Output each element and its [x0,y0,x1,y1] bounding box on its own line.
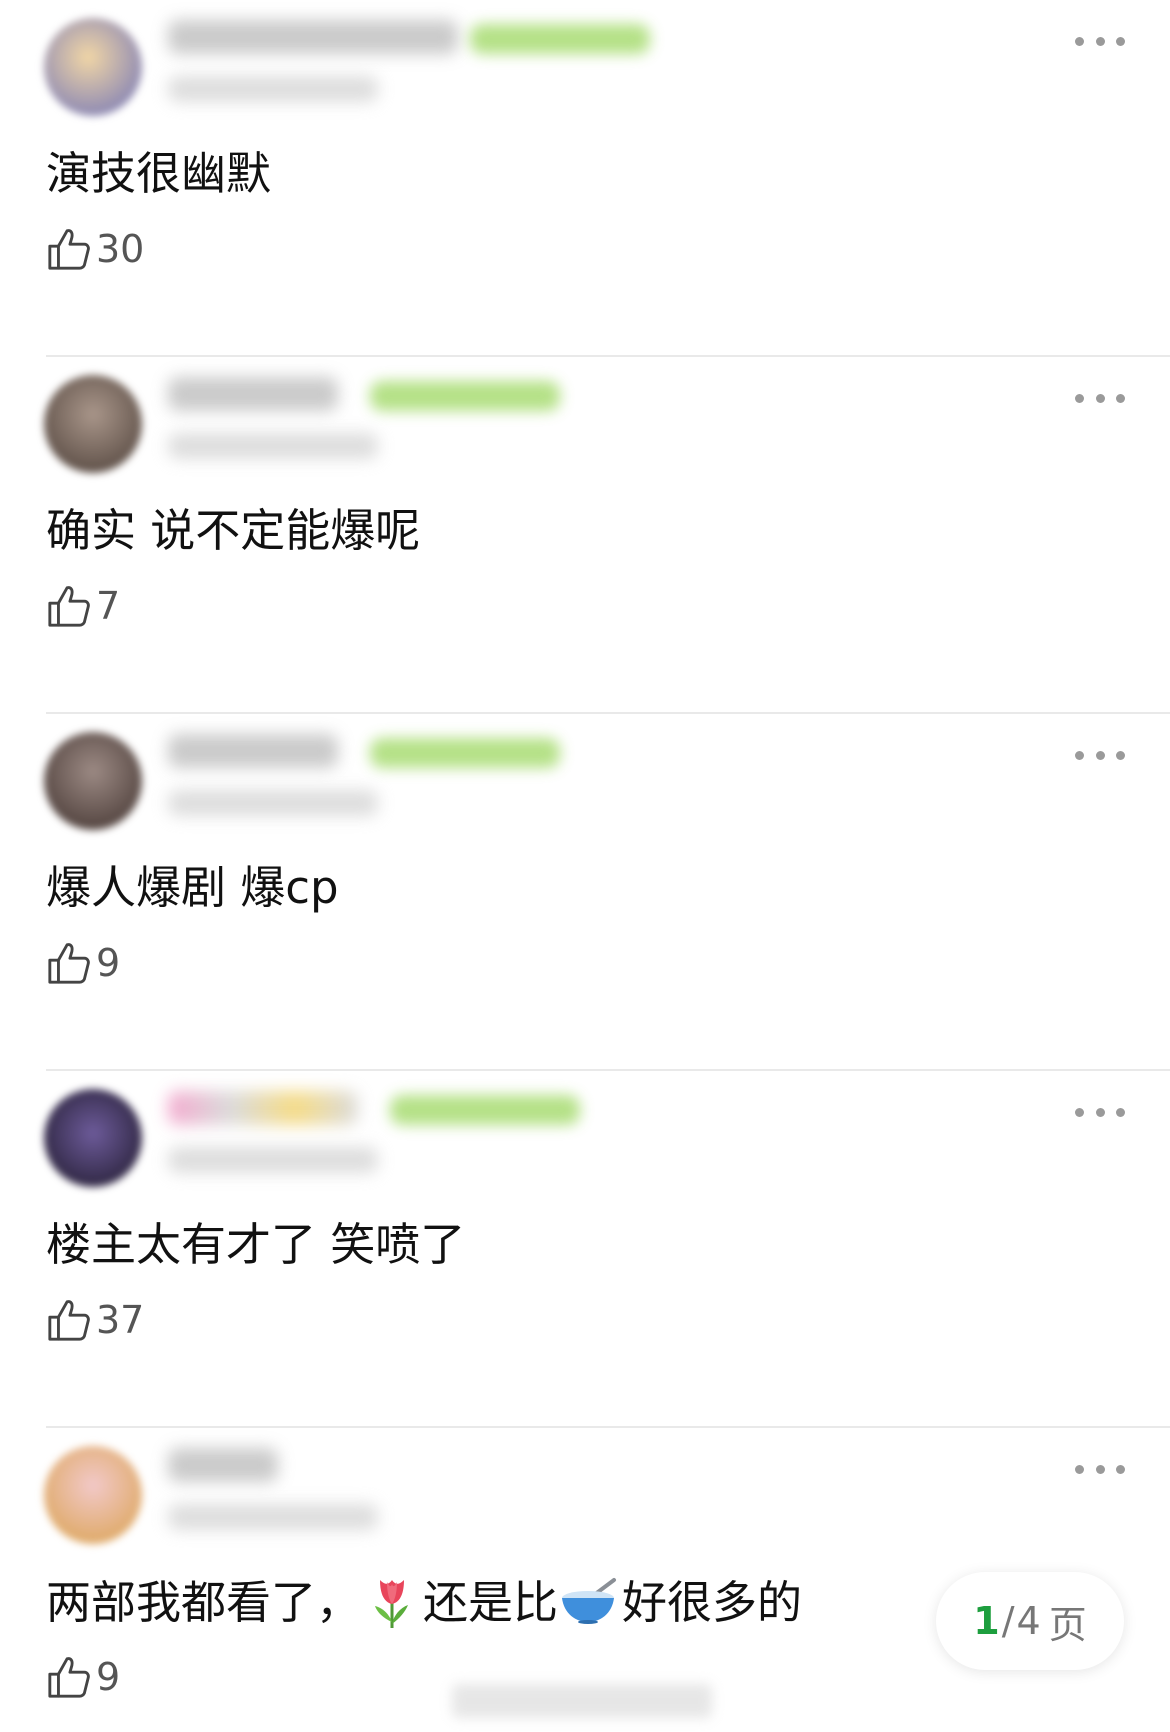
like-button[interactable]: 9 [46,1654,120,1700]
user-badge-blurred [370,381,560,411]
timestamp-blurred [168,1504,378,1530]
comment-item: 确实 说不定能爆呢 7 [0,357,1170,714]
more-options-icon[interactable] [1075,740,1125,770]
comment-text: 两部我都看了， 还是比 好很多的 [46,1572,802,1633]
like-count: 30 [96,227,145,271]
like-button[interactable]: 7 [46,583,120,629]
comment-text: 楼主太有才了 笑喷了 [46,1218,466,1271]
username-blurred[interactable] [168,1448,278,1482]
thumbs-up-icon [48,229,90,270]
more-options-icon[interactable] [1075,26,1125,56]
thumbs-up-icon [48,586,90,627]
page-indicator[interactable]: 1/4 页 [936,1572,1124,1670]
comment-text-part: 两部我都看了， [46,1576,362,1629]
like-count: 9 [96,941,121,985]
like-count: 7 [96,584,121,628]
avatar[interactable] [44,732,142,830]
more-options-icon[interactable] [1075,1097,1125,1127]
comment-item: 爆人爆剧 爆cp 9 [0,714,1170,1071]
thumbs-up-icon [48,1300,90,1341]
user-badge-blurred [370,738,560,768]
like-button[interactable]: 37 [46,1297,144,1343]
page-unit: 页 [1048,1602,1087,1647]
thumbs-up-icon [48,943,90,984]
comment-text: 演技很幽默 [46,147,272,200]
watermark-blurred [452,1684,712,1718]
like-button[interactable]: 30 [46,226,144,272]
timestamp-blurred [168,1147,378,1173]
comment-text: 爆人爆剧 爆cp [46,861,339,914]
page-current: 1 [973,1599,1000,1643]
comment-item: 楼主太有才了 笑喷了 37 [0,1071,1170,1428]
tulip-emoji [375,1580,409,1628]
like-count: 37 [96,1298,145,1342]
username-blurred[interactable] [168,734,338,768]
avatar[interactable] [44,18,142,116]
bowl-emoji [562,1578,617,1624]
like-count: 9 [96,1655,121,1699]
comment-text-part: 还是比 [423,1576,559,1629]
avatar[interactable] [44,1446,142,1544]
username-blurred[interactable] [168,377,338,411]
comment-text-part: 好很多的 [622,1576,803,1629]
username-blurred[interactable] [168,20,458,54]
comment-text: 确实 说不定能爆呢 [46,504,421,557]
timestamp-blurred [168,76,378,102]
user-badge-blurred [390,1095,580,1125]
more-options-icon[interactable] [1075,383,1125,413]
page-total: 4 [1016,1599,1041,1643]
more-options-icon[interactable] [1075,1454,1125,1484]
avatar[interactable] [44,375,142,473]
like-button[interactable]: 9 [46,940,120,986]
thumbs-up-icon [48,1657,90,1698]
username-blurred[interactable] [168,1091,358,1125]
page-separator: / [1001,1599,1015,1643]
comment-item: 演技很幽默 30 [0,0,1170,357]
timestamp-blurred [168,433,378,459]
avatar[interactable] [44,1089,142,1187]
timestamp-blurred [168,790,378,816]
user-badge-blurred [470,24,650,54]
